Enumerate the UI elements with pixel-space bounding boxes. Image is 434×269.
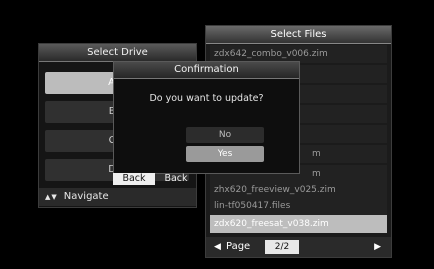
- left-arrow-icon[interactable]: ◀: [214, 237, 221, 257]
- back-button-secondary[interactable]: Back: [158, 173, 194, 185]
- back-button[interactable]: Back: [113, 173, 155, 185]
- page-bar: ◀ Page 2/2 ▶: [206, 237, 391, 257]
- up-down-arrows-icon: ▲▼: [45, 193, 58, 201]
- navigate-hint: ▲▼ Navigate: [39, 188, 196, 206]
- screen: Select Drive A:D B:E C:E D:E ▲▼Navigate …: [0, 0, 434, 269]
- select-drive-title: Select Drive: [39, 44, 196, 62]
- select-files-title: Select Files: [206, 26, 391, 44]
- page-label: Page: [226, 241, 251, 252]
- dialog-message: Do you want to update?: [149, 93, 264, 104]
- dialog-title: Confirmation: [114, 62, 299, 79]
- confirmation-dialog: Confirmation Do you want to update? No Y…: [113, 61, 300, 174]
- file-item[interactable]: lin-tf050417.files: [210, 197, 387, 215]
- file-item-selected[interactable]: zdx620_freesat_v038.zim: [210, 215, 387, 233]
- yes-button[interactable]: Yes: [186, 146, 264, 162]
- no-button[interactable]: No: [186, 127, 264, 143]
- navigate-label: Navigate: [63, 191, 109, 202]
- right-arrow-icon[interactable]: ▶: [374, 237, 381, 257]
- page-number: 2/2: [265, 240, 299, 254]
